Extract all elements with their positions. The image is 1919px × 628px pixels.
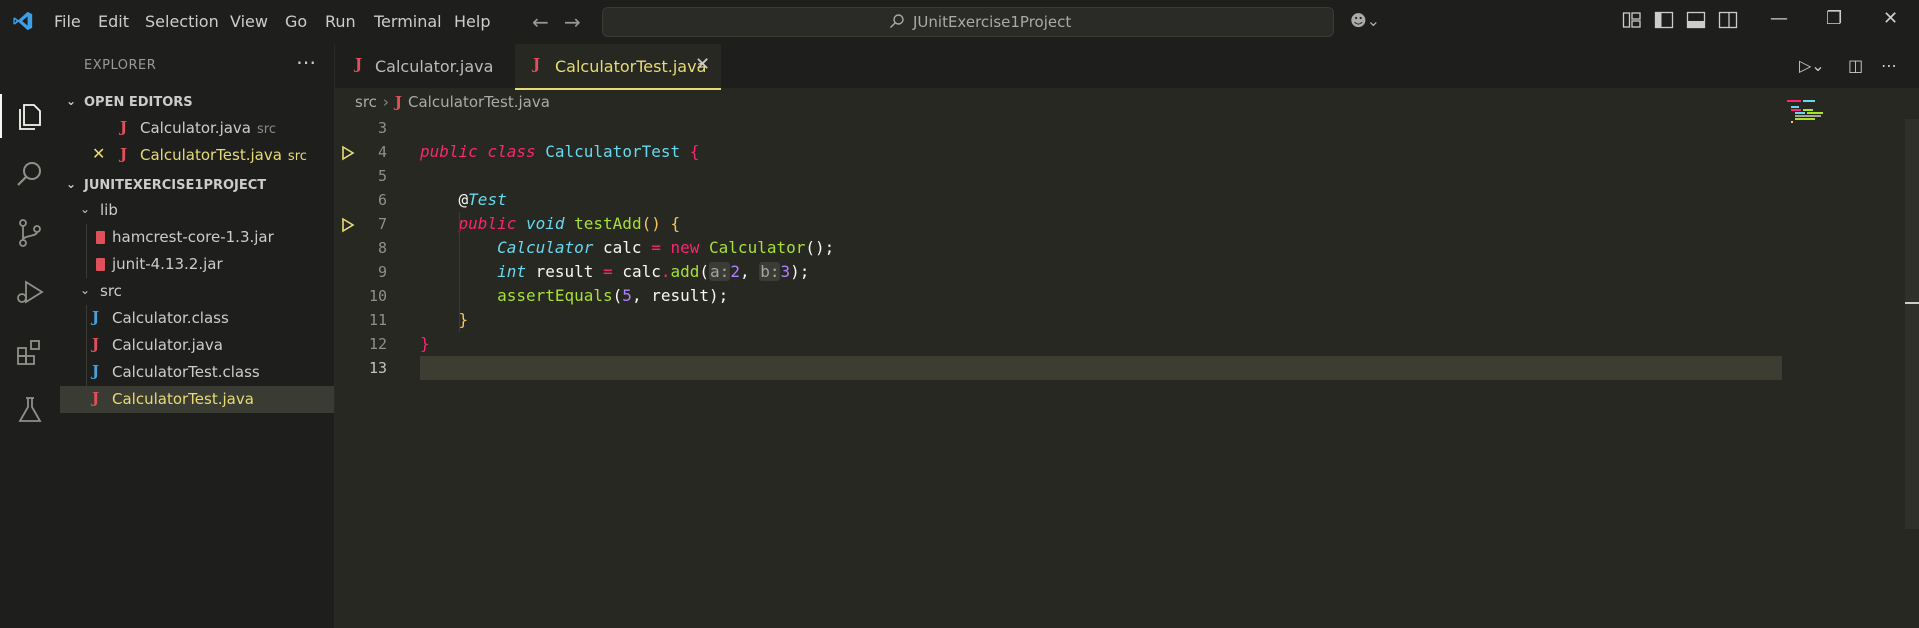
file-hamcrest-jar[interactable]: hamcrest-core-1.3.jar — [60, 224, 334, 251]
menu-go[interactable]: Go — [285, 12, 307, 31]
java-file-icon: J — [355, 55, 363, 73]
extensions-icon[interactable] — [14, 336, 46, 368]
code-line: 7 public void testAdd() { — [335, 212, 1919, 236]
toggle-panel-icon[interactable] — [1686, 11, 1706, 29]
menu-file[interactable]: File — [54, 12, 81, 31]
java-file-icon: J — [533, 55, 541, 73]
command-center-search[interactable]: JUnitExercise1Project — [602, 7, 1334, 37]
run-debug-icon[interactable] — [14, 276, 46, 308]
copilot-icon[interactable]: ☻⌄ — [1350, 11, 1380, 30]
open-editor-calculatortest-java[interactable]: ✕ J CalculatorTest.java src — [60, 142, 334, 169]
explorer-title: EXPLORER — [84, 58, 157, 73]
more-actions-icon[interactable]: ⋯ — [296, 50, 316, 74]
title-bar: File Edit Selection View Go Run Terminal… — [0, 0, 1919, 44]
tab-calculatortest-java[interactable]: J CalculatorTest.java ✕ — [515, 44, 721, 90]
file-calculator-class[interactable]: J Calculator.class — [60, 305, 334, 332]
java-file-icon: J — [120, 118, 128, 136]
code-line: 3 — [377, 119, 387, 137]
more-actions-icon[interactable]: ⋯ — [1881, 56, 1897, 75]
editor-area: J Calculator.java J CalculatorTest.java … — [335, 44, 1919, 628]
file-calculatortest-java[interactable]: J CalculatorTest.java — [60, 386, 334, 413]
chevron-down-icon: ⌄ — [66, 94, 77, 108]
java-file-icon: J — [92, 389, 100, 407]
jar-file-icon — [96, 231, 105, 244]
code-line: 4 public class CalculatorTest { — [335, 140, 1919, 164]
testing-icon[interactable] — [14, 394, 46, 426]
files-icon[interactable] — [14, 100, 46, 132]
chevron-right-icon: › — [382, 93, 389, 111]
chevron-down-icon: ⌄ — [66, 177, 77, 191]
close-icon[interactable]: ✕ — [92, 144, 105, 163]
project-header[interactable]: ⌄ JUNITEXERCISE1PROJECT — [60, 175, 334, 197]
menu-run[interactable]: Run — [325, 12, 356, 31]
file-junit-jar[interactable]: junit-4.13.2.jar — [60, 251, 334, 278]
current-line-highlight — [420, 356, 1782, 380]
menu-terminal[interactable]: Terminal — [374, 12, 442, 31]
code-line: 12 } — [368, 334, 430, 353]
activity-bar — [0, 44, 60, 628]
code-line-current: 13 — [335, 356, 1919, 380]
search-icon[interactable] — [14, 158, 46, 190]
scrollbar-cursor-marker — [1905, 302, 1919, 304]
close-icon[interactable]: ✕ — [695, 54, 710, 75]
code-line: 5 — [377, 167, 387, 185]
forward-arrow-icon[interactable]: → — [564, 10, 581, 34]
search-text: JUnitExercise1Project — [913, 13, 1072, 31]
tab-calculator-java[interactable]: J Calculator.java — [335, 44, 515, 88]
explorer-sidebar: EXPLORER ⋯ ⌄ OPEN EDITORS J Calculator.j… — [60, 44, 335, 628]
code-line: 11 } — [368, 310, 469, 329]
restore-icon[interactable]: ❐ — [1826, 8, 1842, 29]
search-icon — [890, 14, 904, 28]
chevron-down-icon: ⌄ — [80, 283, 91, 297]
java-file-icon: J — [394, 93, 403, 111]
code-line: 10 assertEquals(5, result); — [368, 286, 729, 305]
java-file-icon: J — [120, 145, 128, 163]
source-control-icon[interactable] — [14, 217, 46, 249]
run-java-icon[interactable]: ▷⌄ — [1799, 56, 1825, 75]
open-editors-header[interactable]: ⌄ OPEN EDITORS — [60, 92, 334, 114]
code-line: 9 int result = calc.add(a:2, b:3); — [377, 262, 810, 281]
code-line: 8 Calculator calc = new Calculator(); — [377, 238, 835, 257]
customize-layout-icon[interactable] — [1622, 11, 1642, 29]
breadcrumb-file[interactable]: CalculatorTest.java — [408, 93, 550, 111]
chevron-down-icon: ⌄ — [80, 202, 91, 216]
back-arrow-icon[interactable]: ← — [532, 10, 549, 34]
toggle-secondary-sidebar-icon[interactable] — [1718, 11, 1738, 29]
indent-guide — [459, 212, 460, 332]
file-calculator-java[interactable]: J Calculator.java — [60, 332, 334, 359]
folder-src[interactable]: ⌄ src — [60, 278, 334, 305]
tab-bar: J Calculator.java J CalculatorTest.java … — [335, 44, 1919, 90]
menu-edit[interactable]: Edit — [98, 12, 129, 31]
minimize-icon[interactable]: — — [1770, 8, 1788, 29]
open-editor-calculator-java[interactable]: J Calculator.java src — [60, 115, 334, 142]
class-file-icon: J — [92, 362, 100, 380]
jar-file-icon — [96, 258, 105, 271]
menu-help[interactable]: Help — [454, 12, 490, 31]
close-window-icon[interactable]: ✕ — [1883, 8, 1898, 29]
folder-lib[interactable]: ⌄ lib — [60, 197, 334, 224]
java-file-icon: J — [92, 335, 100, 353]
toggle-primary-sidebar-icon[interactable] — [1654, 11, 1674, 29]
vertical-scrollbar[interactable] — [1905, 119, 1919, 529]
menu-selection[interactable]: Selection — [145, 12, 219, 31]
menu-view[interactable]: View — [230, 12, 268, 31]
split-editor-icon[interactable]: ◫ — [1848, 56, 1863, 75]
vscode-logo-icon — [13, 11, 33, 31]
breadcrumb-folder[interactable]: src — [355, 93, 377, 111]
active-indicator — [0, 94, 2, 138]
minimap[interactable] — [1787, 94, 1847, 134]
class-file-icon: J — [92, 308, 100, 326]
breadcrumb: src › J CalculatorTest.java — [355, 93, 550, 111]
code-line: 6 @Test — [377, 190, 507, 209]
file-calculatortest-class[interactable]: J CalculatorTest.class — [60, 359, 334, 386]
